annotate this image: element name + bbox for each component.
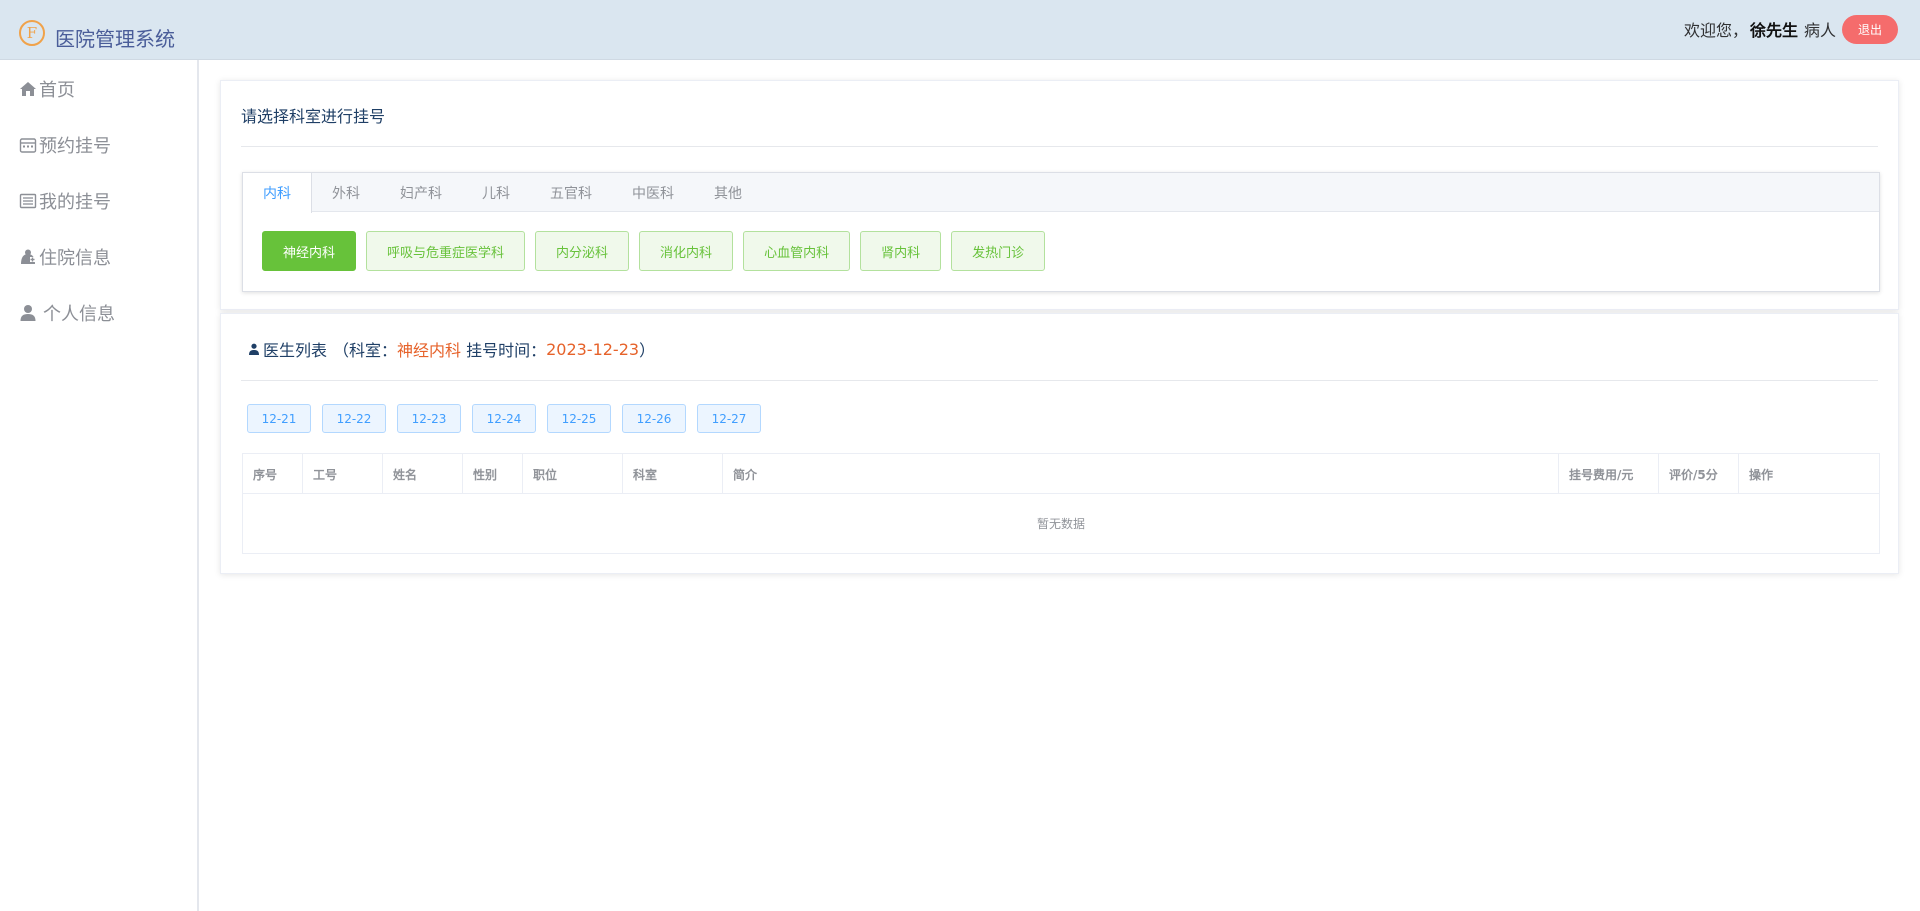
sidebar-item-my-appointments[interactable]: 我的挂号 — [19, 186, 111, 216]
user-role: 病人 — [1803, 21, 1836, 40]
hospital-icon — [21, 249, 35, 264]
column-header: 姓名 — [383, 454, 463, 494]
dept-button-fever-clinic[interactable]: 发热门诊 — [951, 231, 1046, 271]
doctor-list-card: 医生列表 （ 科室： 神经内科 挂号时间： 2023-12-23 ） 12-21… — [220, 313, 1899, 574]
column-header: 序号 — [243, 454, 303, 494]
column-header: 挂号费用/元 — [1559, 454, 1659, 494]
department-card-title: 请选择科室进行挂号 — [241, 107, 386, 126]
logo-icon: F — [19, 20, 45, 46]
date-button[interactable]: 12-27 — [697, 404, 761, 433]
dept-label: 科室： — [349, 341, 398, 360]
user-area: 欢迎您， 徐先生 病人 退出 — [1684, 14, 1898, 44]
doctor-list-title: 医生列表 — [263, 341, 328, 360]
table-header: 序号 工号 姓名 性别 职位 科室 简介 挂号费用/元 评价/5分 操作 — [243, 454, 1879, 494]
column-header: 简介 — [723, 454, 1559, 494]
department-buttons: 神经内科 呼吸与危重症医学科 内分泌科 消化内科 心血管内科 肾内科 发热门诊 — [262, 231, 1055, 271]
tab-other[interactable]: 其他 — [694, 173, 762, 212]
open-paren: （ — [333, 341, 350, 360]
sidebar: 首页 预约挂号 我的挂号 住院信息 个人信息 — [0, 60, 199, 911]
sidebar-item-label: 我的挂号 — [39, 192, 111, 213]
sidebar-item-home[interactable]: 首页 — [19, 74, 75, 104]
list-icon — [19, 193, 37, 209]
department-tabs: 内科 外科 妇产科 儿科 五官科 中医科 其他 神经内科 呼吸与危重症医学科 内… — [242, 172, 1880, 292]
department-card: 请选择科室进行挂号 内科 外科 妇产科 儿科 五官科 中医科 其他 神经内科 呼… — [220, 80, 1899, 310]
date-button[interactable]: 12-26 — [622, 404, 686, 433]
date-button[interactable]: 12-21 — [247, 404, 311, 433]
user-icon — [20, 305, 36, 321]
divider — [241, 146, 1878, 147]
sidebar-item-label: 住院信息 — [39, 248, 111, 269]
column-header: 科室 — [623, 454, 723, 494]
date-buttons: 12-21 12-22 12-23 12-24 12-25 12-26 12-2… — [247, 404, 772, 433]
tab-internal-medicine[interactable]: 内科 — [243, 173, 312, 213]
sidebar-item-profile[interactable]: 个人信息 — [19, 298, 115, 328]
dept-button-nephrology[interactable]: 肾内科 — [860, 231, 942, 271]
tab-pediatrics[interactable]: 儿科 — [462, 173, 530, 212]
logout-button[interactable]: 退出 — [1842, 14, 1898, 44]
tab-ent[interactable]: 五官科 — [530, 173, 612, 212]
tab-tcm[interactable]: 中医科 — [612, 173, 694, 212]
doctor-list-heading: 医生列表 （ 科室： 神经内科 挂号时间： 2023-12-23 ） — [248, 337, 655, 361]
welcome-text: 欢迎您， — [1683, 21, 1748, 40]
dept-button-cardiology[interactable]: 心血管内科 — [743, 231, 851, 271]
date-button[interactable]: 12-24 — [472, 404, 536, 433]
dept-button-respiratory[interactable]: 呼吸与危重症医学科 — [366, 231, 526, 271]
dept-button-neurology[interactable]: 神经内科 — [262, 231, 357, 271]
sidebar-item-label: 预约挂号 — [39, 136, 111, 157]
date-button[interactable]: 12-22 — [322, 404, 386, 433]
sidebar-item-label: 个人信息 — [43, 304, 115, 325]
sidebar-item-label: 首页 — [39, 80, 75, 101]
sidebar-item-appointment[interactable]: 预约挂号 — [19, 130, 111, 160]
empty-state: 暂无数据 — [1036, 517, 1085, 531]
top-bar: F 医院管理系统 欢迎您， 徐先生 病人 退出 — [0, 0, 1920, 60]
app-title: 医院管理系统 — [55, 27, 175, 51]
dept-button-endocrinology[interactable]: 内分泌科 — [535, 231, 630, 271]
dept-button-gastroenterology[interactable]: 消化内科 — [639, 231, 734, 271]
sidebar-item-hospitalization[interactable]: 住院信息 — [19, 242, 111, 272]
column-header: 操作 — [1749, 467, 1774, 482]
doctor-table: 序号 工号 姓名 性别 职位 科室 简介 挂号费用/元 评价/5分 操作 暂无数… — [242, 453, 1880, 554]
column-header: 评价/5分 — [1659, 454, 1739, 494]
column-header: 职位 — [523, 454, 623, 494]
doctor-icon — [249, 343, 259, 355]
close-paren: ） — [639, 341, 656, 360]
calendar-icon — [19, 138, 37, 153]
time-value: 2023-12-23 — [546, 339, 640, 359]
dept-value: 神经内科 — [397, 341, 462, 360]
time-label: 挂号时间： — [466, 341, 547, 360]
tab-obstetrics[interactable]: 妇产科 — [380, 173, 462, 212]
username: 徐先生 — [1749, 21, 1798, 40]
divider — [241, 380, 1878, 381]
date-button[interactable]: 12-23 — [397, 404, 461, 433]
date-button[interactable]: 12-25 — [547, 404, 611, 433]
column-header: 工号 — [303, 454, 383, 494]
tabs-header: 内科 外科 妇产科 儿科 五官科 中医科 其他 — [243, 173, 1879, 213]
home-icon — [20, 82, 36, 96]
tab-surgery[interactable]: 外科 — [312, 173, 380, 212]
column-header: 性别 — [463, 454, 523, 494]
